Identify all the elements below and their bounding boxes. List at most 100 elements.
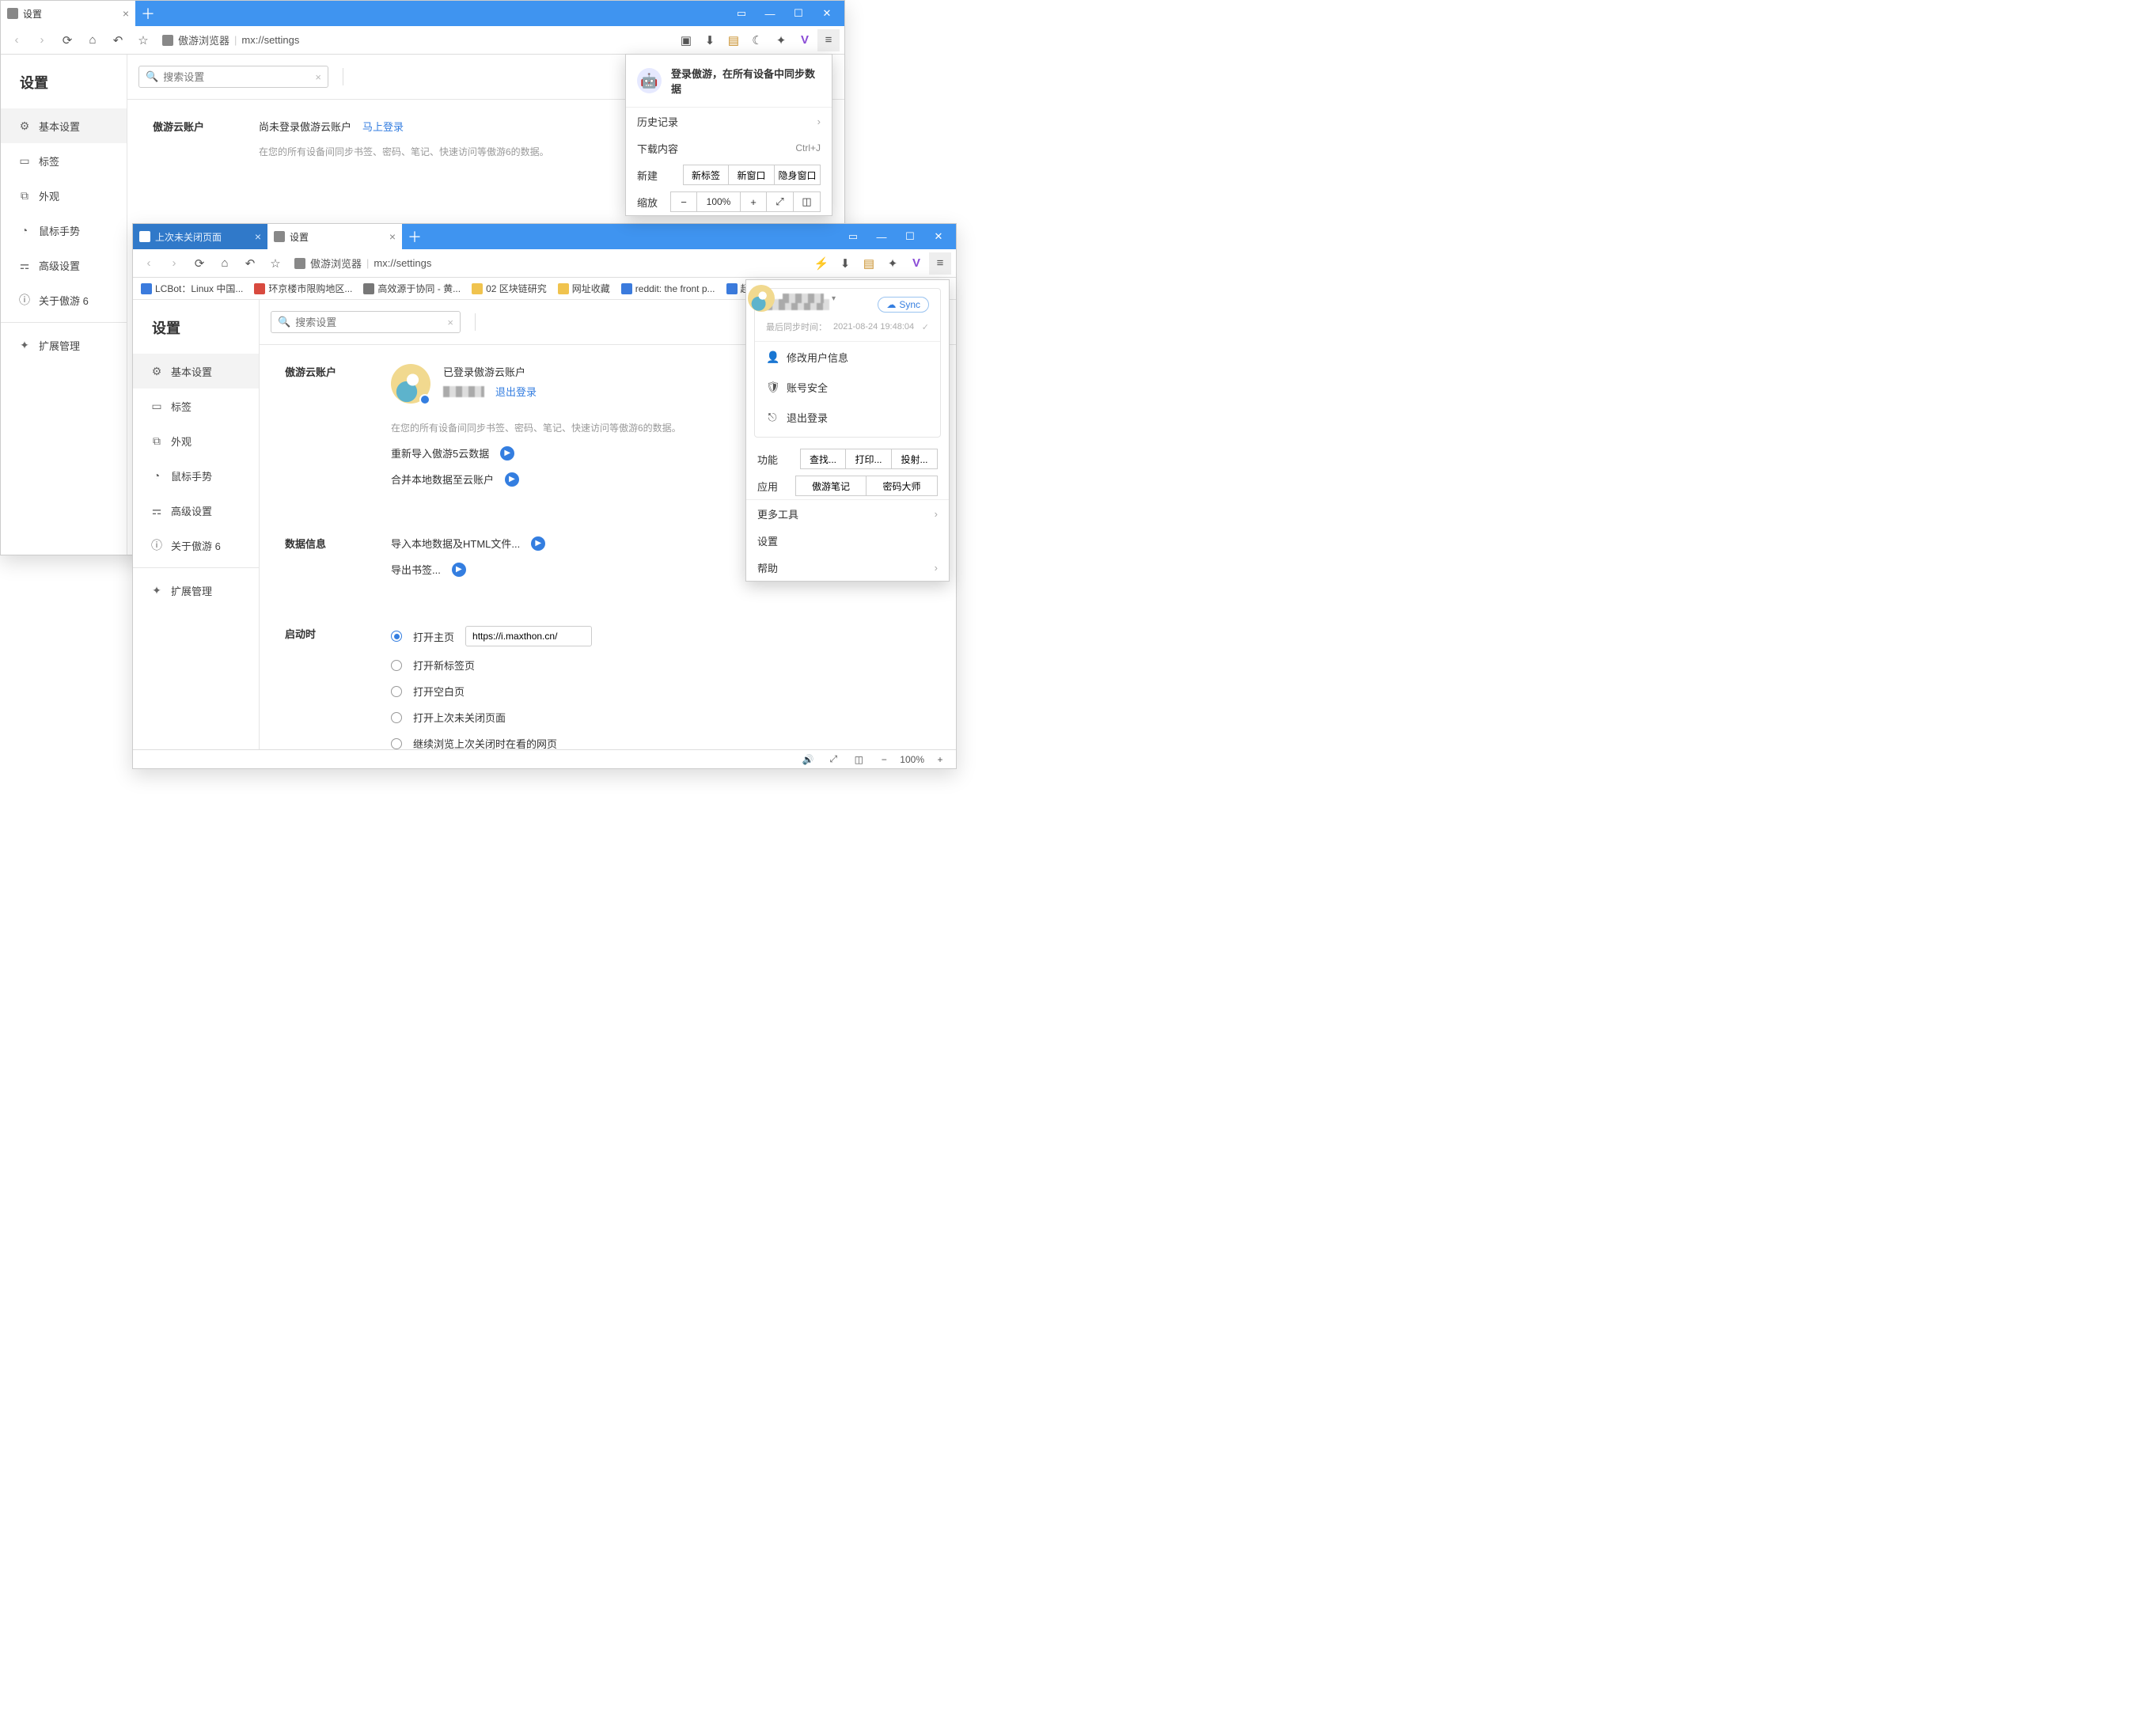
menu-downloads[interactable]: 下载内容 Ctrl+J [626, 135, 832, 161]
moon-icon[interactable]: ☾ [746, 29, 768, 51]
login-link[interactable]: 马上登录 [362, 119, 404, 134]
sidebar-item-advanced[interactable]: ⚎高级设置 [1, 248, 127, 282]
sidebar-item-appearance[interactable]: ⧉外观 [1, 178, 127, 213]
incognito-button[interactable]: 隐身窗口 [775, 165, 821, 185]
sync-button[interactable]: ☁Sync [878, 297, 929, 313]
zoom-out-button[interactable]: − [670, 191, 697, 212]
sidebar-item-basic[interactable]: ⚙基本设置 [133, 354, 259, 389]
tab-close-icon[interactable]: × [389, 230, 396, 243]
bookmark-item[interactable]: reddit: the front p... [621, 283, 715, 294]
extension-icon[interactable]: ✦ [770, 29, 792, 51]
sidebar-item-extensions[interactable]: ✦扩展管理 [133, 573, 259, 608]
notes-button[interactable]: 傲游笔记 [795, 476, 867, 496]
tab-settings[interactable]: 设置 × [267, 224, 402, 249]
menu-button[interactable]: ≡ [929, 252, 951, 275]
radio-blank[interactable] [391, 686, 402, 697]
star-button[interactable]: ☆ [264, 252, 286, 275]
back-button[interactable]: ‹ [138, 252, 160, 275]
lightning-icon[interactable]: ⚡ [810, 252, 832, 275]
window-max-icon[interactable]: ☐ [784, 1, 813, 26]
forward-button[interactable]: › [163, 252, 185, 275]
search-input[interactable]: 🔍 × [271, 311, 461, 333]
window-close-icon[interactable]: ✕ [813, 1, 841, 26]
tab-settings[interactable]: 设置 × [1, 1, 135, 26]
forward-button[interactable]: › [31, 29, 53, 51]
new-tab-button[interactable]: ＋ [402, 224, 427, 249]
splitview-icon[interactable]: ◫ [849, 752, 868, 768]
zoom-in-button[interactable]: + [931, 752, 950, 768]
user-avatar-small[interactable] [748, 285, 775, 312]
tab-close-icon[interactable]: × [123, 7, 129, 20]
sidebar-item-about[interactable]: ⓘ关于傲游 6 [1, 282, 127, 317]
password-master-button[interactable]: 密码大师 [867, 476, 938, 496]
go-button[interactable]: ▶ [505, 472, 519, 487]
download-icon[interactable]: ⬇ [834, 252, 856, 275]
reload-button[interactable]: ⟳ [56, 29, 78, 51]
fullscreen-icon[interactable]: ⤢ [767, 191, 794, 212]
address-bar[interactable]: 傲游浏览器 | mx://settings [294, 256, 431, 271]
tab-close-icon[interactable]: × [255, 230, 261, 243]
note-icon[interactable]: ▤ [858, 252, 880, 275]
clear-icon[interactable]: × [447, 316, 453, 328]
bookmark-item[interactable]: 环京楼市限购地区... [254, 282, 352, 295]
home-button[interactable]: ⌂ [214, 252, 236, 275]
search-input[interactable]: 🔍 × [138, 66, 328, 88]
sidebar-item-basic[interactable]: ⚙基本设置 [1, 108, 127, 143]
menu-logout[interactable]: ⎋退出登录 [755, 402, 940, 432]
bookmark-item[interactable]: 网址收藏 [558, 282, 610, 295]
zoom-in-button[interactable]: + [740, 191, 767, 212]
search-field[interactable] [295, 316, 442, 328]
find-button[interactable]: 查找... [800, 449, 846, 469]
v-icon[interactable]: V [905, 252, 927, 275]
menu-settings[interactable]: 设置 [746, 527, 949, 554]
window-close-icon[interactable]: ✕ [924, 224, 953, 249]
v-icon[interactable]: V [794, 29, 816, 51]
sidebar-item-advanced[interactable]: ⚎高级设置 [133, 493, 259, 528]
note-icon[interactable]: ▤ [722, 29, 745, 51]
new-window-button[interactable]: 新窗口 [729, 165, 775, 185]
sidebar-item-about[interactable]: ⓘ关于傲游 6 [133, 528, 259, 563]
menu-edit-user[interactable]: 👤修改用户信息 [755, 342, 940, 372]
menu-more-tools[interactable]: 更多工具› [746, 500, 949, 527]
screenshot-icon[interactable]: ▣ [675, 29, 697, 51]
chevron-down-icon[interactable]: ▾ [832, 294, 836, 303]
radio-newtab[interactable] [391, 660, 402, 671]
tab-restore-last[interactable]: 上次未关闭页面 × [133, 224, 267, 249]
sidebar-item-appearance[interactable]: ⧉外观 [133, 423, 259, 458]
menu-security[interactable]: 🛡账号安全 [755, 372, 940, 402]
undo-button[interactable]: ↶ [107, 29, 129, 51]
sidebar-item-tabs[interactable]: ▭标签 [1, 143, 127, 178]
window-panel-icon[interactable]: ▭ [839, 224, 867, 249]
go-button[interactable]: ▶ [452, 563, 466, 577]
radio-homepage[interactable] [391, 631, 402, 642]
menu-button[interactable]: ≡ [817, 29, 840, 51]
fullscreen-icon[interactable]: ⤢ [824, 752, 843, 768]
radio-restore[interactable] [391, 712, 402, 723]
download-icon[interactable]: ⬇ [699, 29, 721, 51]
menu-help[interactable]: 帮助› [746, 554, 949, 581]
window-min-icon[interactable]: ― [867, 224, 896, 249]
sidebar-item-gestures[interactable]: ◔鼠标手势 [133, 458, 259, 493]
menu-signin-row[interactable]: 🤖 登录傲游，在所有设备中同步数据 [626, 55, 832, 107]
sidebar-item-tabs[interactable]: ▭标签 [133, 389, 259, 423]
splitview-icon[interactable]: ◫ [794, 191, 821, 212]
search-field[interactable] [163, 71, 310, 83]
cast-button[interactable]: 投射... [892, 449, 938, 469]
zoom-out-button[interactable]: − [874, 752, 893, 768]
address-bar[interactable]: 傲游浏览器 | mx://settings [162, 32, 299, 47]
bookmark-item[interactable]: LCBot：Linux 中国... [141, 282, 243, 295]
logout-link[interactable]: 退出登录 [495, 384, 537, 399]
star-button[interactable]: ☆ [132, 29, 154, 51]
new-tab-button[interactable]: 新标签 [683, 165, 729, 185]
go-button[interactable]: ▶ [500, 446, 514, 461]
reload-button[interactable]: ⟳ [188, 252, 210, 275]
back-button[interactable]: ‹ [6, 29, 28, 51]
home-button[interactable]: ⌂ [82, 29, 104, 51]
clear-icon[interactable]: × [315, 71, 321, 83]
bookmark-item[interactable]: 高效源于协同 - 黄... [363, 282, 461, 295]
homepage-url-input[interactable] [465, 626, 592, 646]
volume-icon[interactable]: 🔊 [798, 752, 817, 768]
bookmark-item[interactable]: 02 区块链研究 [472, 282, 547, 295]
print-button[interactable]: 打印... [846, 449, 892, 469]
window-panel-icon[interactable]: ▭ [727, 1, 756, 26]
